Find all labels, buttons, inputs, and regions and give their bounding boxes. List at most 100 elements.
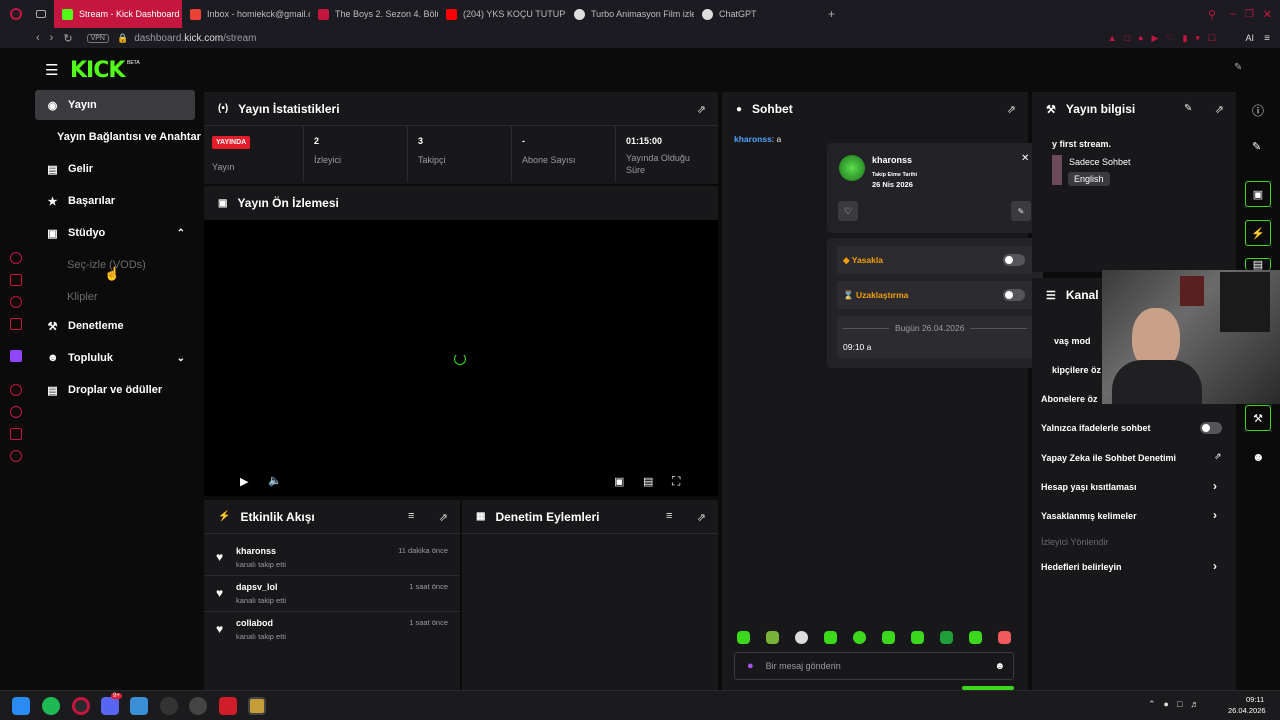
windows-start-icon[interactable] [12,697,30,715]
sidebar-item-yayin[interactable]: ◉ Yayın [35,90,195,120]
player-icon[interactable] [10,384,22,396]
community-icon[interactable]: ☻ [1252,450,1265,464]
close-window-icon[interactable]: ✕ [1263,8,1272,21]
filter-icon[interactable]: ≡ [408,510,414,522]
twitch-icon[interactable] [10,350,22,362]
wrench-tool-button[interactable]: ⚒ [1245,405,1271,431]
discord-icon[interactable] [101,697,119,715]
sidebar-item-gelir[interactable]: ▤ Gelir [35,154,195,184]
league-icon[interactable] [248,697,266,715]
send-icon[interactable] [10,428,22,440]
bolt-tool-button[interactable]: ⚡ [1245,220,1271,246]
emote-only-toggle[interactable] [1200,422,1222,434]
mail-icon[interactable] [10,318,22,330]
timeout-toggle[interactable] [1003,289,1025,301]
filter-icon[interactable]: ≡ [666,510,672,522]
setting-ai-moderation[interactable]: Yapay Zeka ile Sohbet Denetimi [1041,453,1176,463]
emote-icon[interactable] [998,631,1011,644]
emote-icon[interactable] [766,631,779,644]
camera-tool-button[interactable]: ▣ [1245,181,1271,207]
emote-icon[interactable] [882,631,895,644]
user-avatar[interactable] [839,155,865,181]
setting-account-age[interactable]: Hesap yaşı kısıtlaması [1041,482,1137,492]
sidebar-item-studyo[interactable]: ▣ Stüdyo ⌃ [35,218,195,248]
popout-icon[interactable]: ⇗ [1007,103,1016,116]
ban-toggle[interactable] [1003,254,1025,266]
mic-icon[interactable]: ● [747,660,754,672]
menu-icon[interactable]: ≡ [1264,33,1270,44]
maximize-icon[interactable]: ❐ [1245,9,1254,20]
tab-kick-dashboard[interactable]: Stream - Kick Dashboard [54,0,182,28]
search-tabs-icon[interactable]: ⚲ [1208,8,1216,21]
spotify-icon[interactable] [42,697,60,715]
tab-youtube[interactable]: (204) YKS KOÇU TUTUP [438,0,566,28]
play-icon[interactable]: ▶ [240,475,248,488]
volume-icon[interactable]: 🔈 [268,474,282,487]
setting-slow-mode[interactable]: vaş mod [1054,336,1091,346]
follow-heart-button[interactable]: ♡ [838,201,858,221]
back-icon[interactable]: ‹ [36,32,40,44]
new-tab-icon[interactable]: + [828,7,835,21]
close-icon[interactable]: ✕ [1021,153,1029,164]
user-avatar[interactable]: ✎ [1234,62,1250,76]
ai-button[interactable]: AI [1245,33,1254,43]
emote-icon[interactable] [853,631,866,644]
messenger-icon[interactable] [10,296,22,308]
emote-icon[interactable] [911,631,924,644]
setting-emote-only[interactable]: Yalnızca ifadelerle sohbet [1041,423,1151,433]
video-preview[interactable]: ▶ 🔈 ▣ ▤ ⛶ [204,220,718,496]
opera-icon[interactable] [72,697,90,715]
chevron-right-icon[interactable]: › [1213,508,1222,522]
steam-icon[interactable] [160,697,178,715]
fullscreen-icon[interactable]: ⛶ [672,474,680,489]
chevron-right-icon[interactable]: › [1213,559,1222,573]
reload-icon[interactable]: ↻ [63,32,72,45]
workspaces-icon[interactable] [36,10,46,18]
setting-banned-words[interactable]: Yasaklanmış kelimeler [1041,511,1137,521]
sidebar-item-droplar[interactable]: ▤ Droplar ve ödüller [35,375,195,405]
sidebar-item-stream-key[interactable]: Yayın Bağlantısı ve Anahtarı [35,122,201,152]
theater-icon[interactable]: ▤ [643,475,653,488]
settings-icon[interactable] [10,450,22,462]
tab-turbo[interactable]: Turbo Animasyon Film izle [566,0,694,28]
layout-tool-button[interactable]: ▤ [1245,258,1271,271]
kick-logo[interactable]: KICK [70,58,125,83]
setting-followers-only[interactable]: kipçilere öz [1052,365,1101,375]
tab-gmail[interactable]: Inbox - homiekck@gmail.c [182,0,310,28]
sidebar-item-basarilar[interactable]: ★ Başarılar [35,186,195,216]
minimize-icon[interactable]: – [1230,8,1236,20]
url-field[interactable]: dashboard.kick.com/stream [134,33,256,44]
emote-icon[interactable] [824,631,837,644]
pip-icon[interactable]: ▣ [614,475,624,488]
forward-icon[interactable]: › [50,32,54,44]
sidebar-item-klipler[interactable]: Klipler [35,282,195,312]
bag-icon[interactable] [10,274,22,286]
setting-subs-only[interactable]: Abonelere öz [1041,394,1098,404]
chat-input[interactable]: ● Bir mesaj gönderin ☻ [734,652,1014,680]
info-icon[interactable]: ⓘ [1252,102,1264,119]
emote-icon[interactable] [795,631,808,644]
emoji-icon[interactable]: ☻ [994,661,1005,672]
tab-chatgpt[interactable]: ChatGPT [694,0,822,28]
recorder-icon[interactable] [219,697,237,715]
hamburger-menu-icon[interactable]: ☰ [45,61,58,79]
popout-icon[interactable]: ⇗ [697,103,706,116]
history-icon[interactable] [10,406,22,418]
vpn-badge[interactable]: VPN [86,33,109,43]
sidebar-item-denetleme[interactable]: ⚒ Denetleme [35,311,195,341]
chevron-right-icon[interactable]: › [1213,479,1222,493]
obs-icon[interactable] [189,697,207,715]
setting-goals[interactable]: Hedefleri belirleyin [1041,562,1122,572]
mod-action-button[interactable]: ✎ [1011,201,1031,221]
emote-icon[interactable] [969,631,982,644]
popout-icon[interactable]: ⇗ [439,511,448,524]
popout-icon[interactable]: ⇗ [697,511,706,524]
tab-the-boys[interactable]: The Boys 2. Sezon 4. Bölü [310,0,438,28]
app-icon[interactable] [130,697,148,715]
opera-logo-icon[interactable] [10,8,22,20]
external-link-icon[interactable]: ⇗ [1214,451,1222,462]
edit-icon[interactable]: ✎ [1252,140,1261,153]
sidebar-item-topluluk[interactable]: ☻ Topluluk ⌄ [35,343,195,373]
speed-dial-icon[interactable] [10,252,22,264]
emote-icon[interactable] [737,631,750,644]
